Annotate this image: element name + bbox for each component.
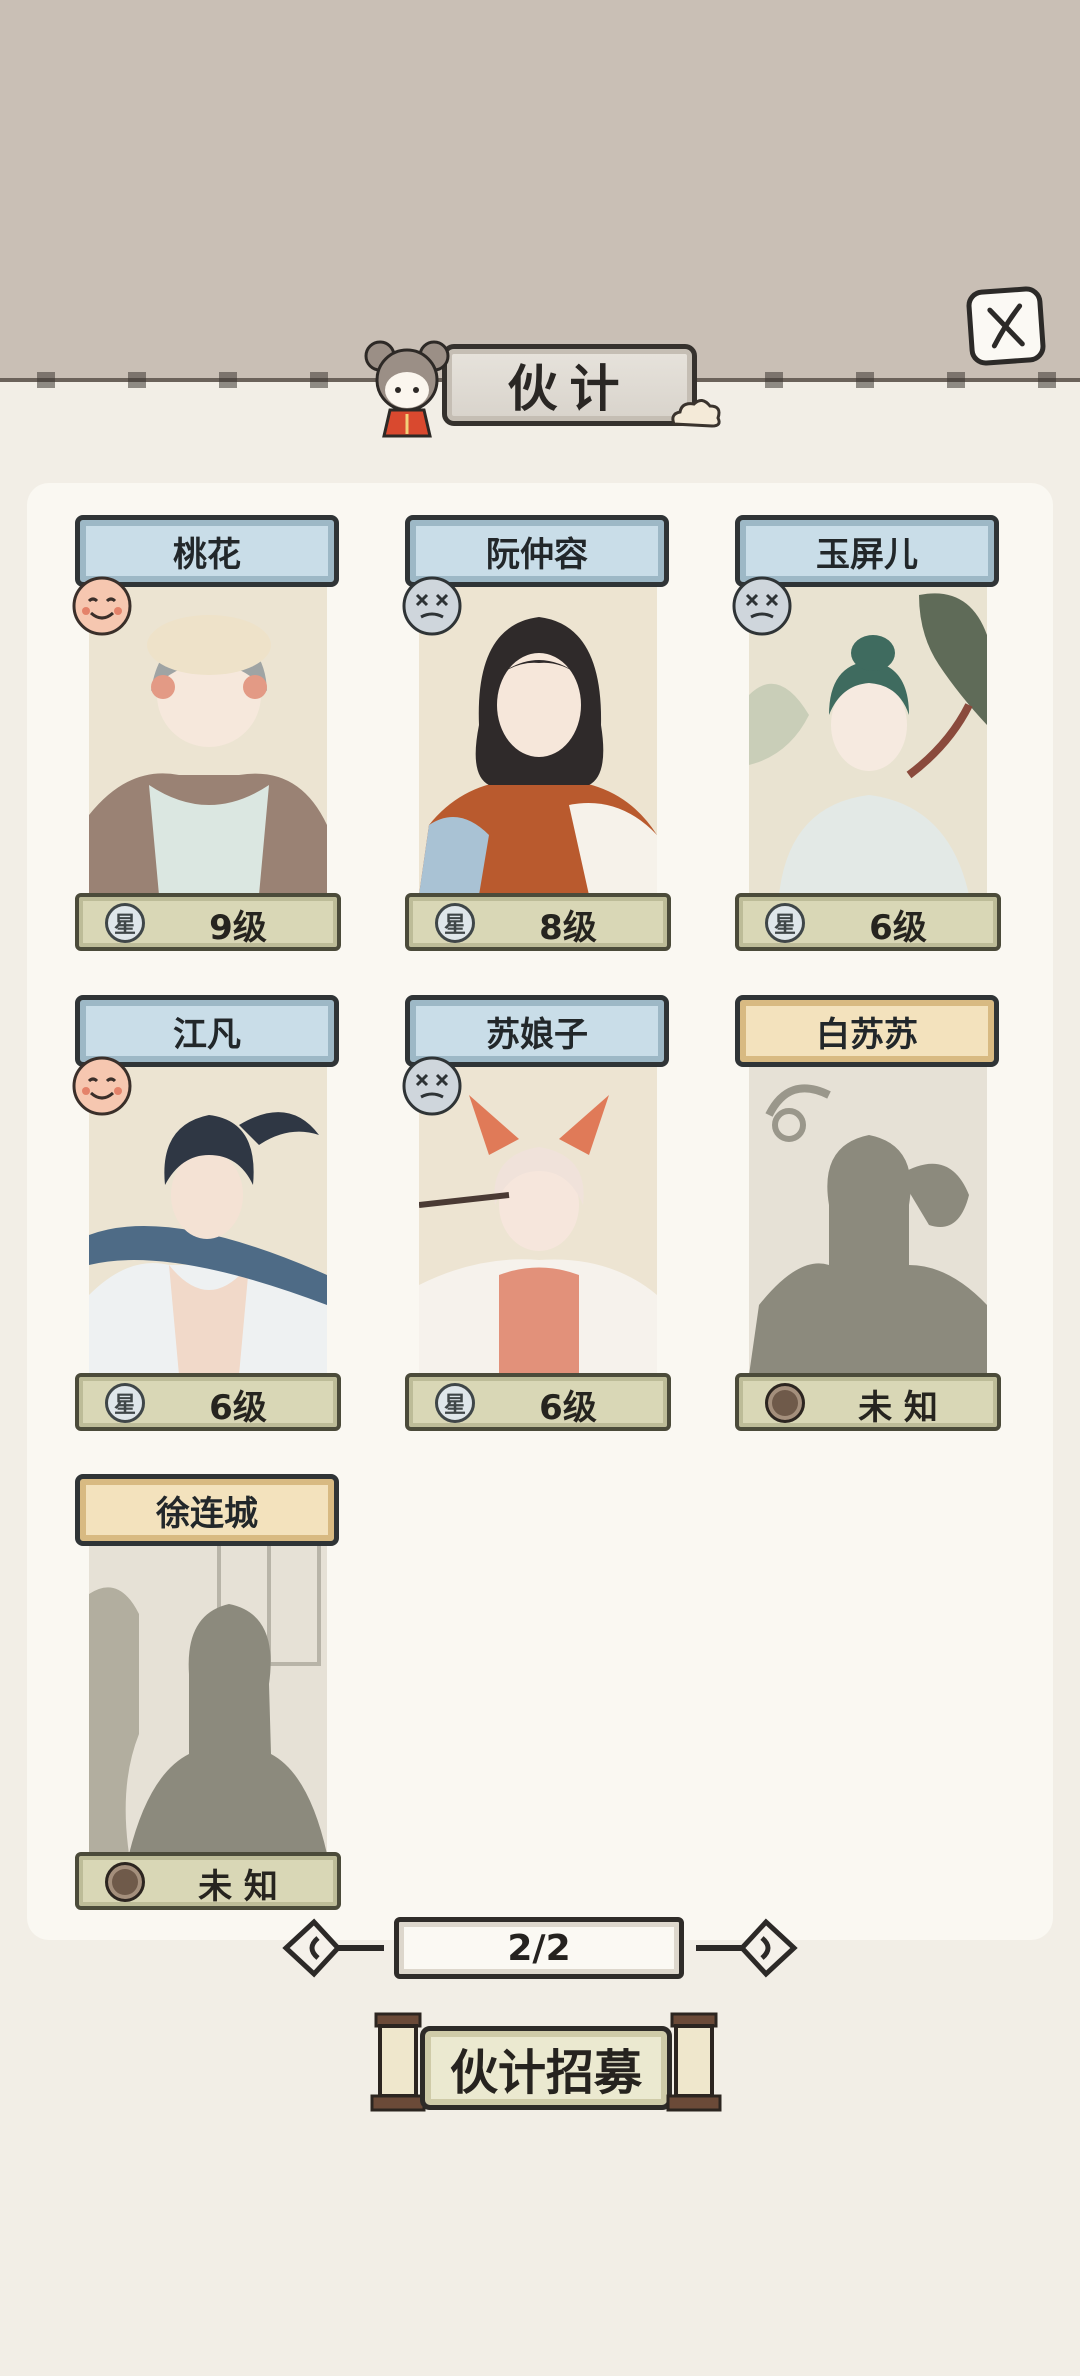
character-card[interactable]: 江凡 星 6级 [72,995,341,1445]
character-silhouette [89,1534,327,1854]
locked-character-card[interactable]: 徐连城 未 知 [75,1474,341,1924]
lantern-icon [370,2012,426,2112]
character-name: 白苏苏 [816,1014,918,1055]
page-indicator: 2/2 [394,1917,684,1979]
title-banner: 伙计 [352,330,721,440]
star-level-icon: 星 [435,903,475,943]
level-bar: 星 6级 [735,893,1001,951]
character-name: 玉屏儿 [816,534,918,575]
character-name: 徐连城 [156,1493,258,1534]
star-level-icon: 星 [765,903,805,943]
title-plate: 伙计 [442,344,697,426]
top-band [0,0,1080,380]
recruit-button[interactable]: 伙计招募 [368,2010,724,2122]
prev-arrow-icon[interactable] [278,1912,386,1984]
character-silhouette [749,1055,987,1375]
level-bar: 未 知 [735,1373,1001,1431]
star-level-icon: 星 [435,1383,475,1423]
star-level-icon: 星 [105,1383,145,1423]
dizzy-mood-icon [402,576,462,636]
level-label: 6级 [869,907,927,948]
next-arrow-icon[interactable] [694,1912,802,1984]
level-label: 6级 [209,1387,267,1428]
happy-mood-icon [72,576,132,636]
star-level-icon: 星 [105,903,145,943]
character-name: 江凡 [173,1014,241,1055]
level-bar: 星 8级 [405,893,671,951]
shopkeeper-avatar-icon [364,340,450,438]
character-card[interactable]: 玉屏儿 星 6级 [732,515,1001,965]
level-label: 9级 [209,907,267,948]
dizzy-mood-icon [402,1056,462,1116]
close-button[interactable] [965,285,1047,367]
cloud-ornament-icon [671,399,721,428]
level-label: 未 知 [858,1387,938,1428]
unknown-orb-icon [105,1862,145,1902]
happy-mood-icon [72,1056,132,1116]
level-bar: 星 6级 [405,1373,671,1431]
level-label: 6级 [539,1387,597,1428]
recruit-plate: 伙计招募 [420,2026,672,2110]
character-name: 桃花 [173,534,241,575]
name-plate: 徐连城 [75,1474,339,1546]
dizzy-mood-icon [732,576,792,636]
level-bar: 未 知 [75,1852,341,1910]
name-plate: 白苏苏 [735,995,999,1067]
character-card[interactable]: 阮仲容 星 8级 [402,515,671,965]
level-bar: 星 6级 [75,1373,341,1431]
character-name: 苏娘子 [486,1014,588,1055]
close-x-icon [987,303,1025,349]
page-title: 伙计 [507,360,632,418]
character-card[interactable]: 苏娘子 星 6级 [402,995,671,1445]
level-label: 8级 [539,907,597,948]
locked-character-card[interactable]: 白苏苏 未 知 [735,995,1001,1445]
lantern-icon [666,2012,722,2112]
unknown-orb-icon [765,1383,805,1423]
level-label: 未 知 [198,1866,278,1907]
character-name: 阮仲容 [486,534,588,575]
character-card[interactable]: 桃花 星 9级 [72,515,341,965]
level-bar: 星 9级 [75,893,341,951]
